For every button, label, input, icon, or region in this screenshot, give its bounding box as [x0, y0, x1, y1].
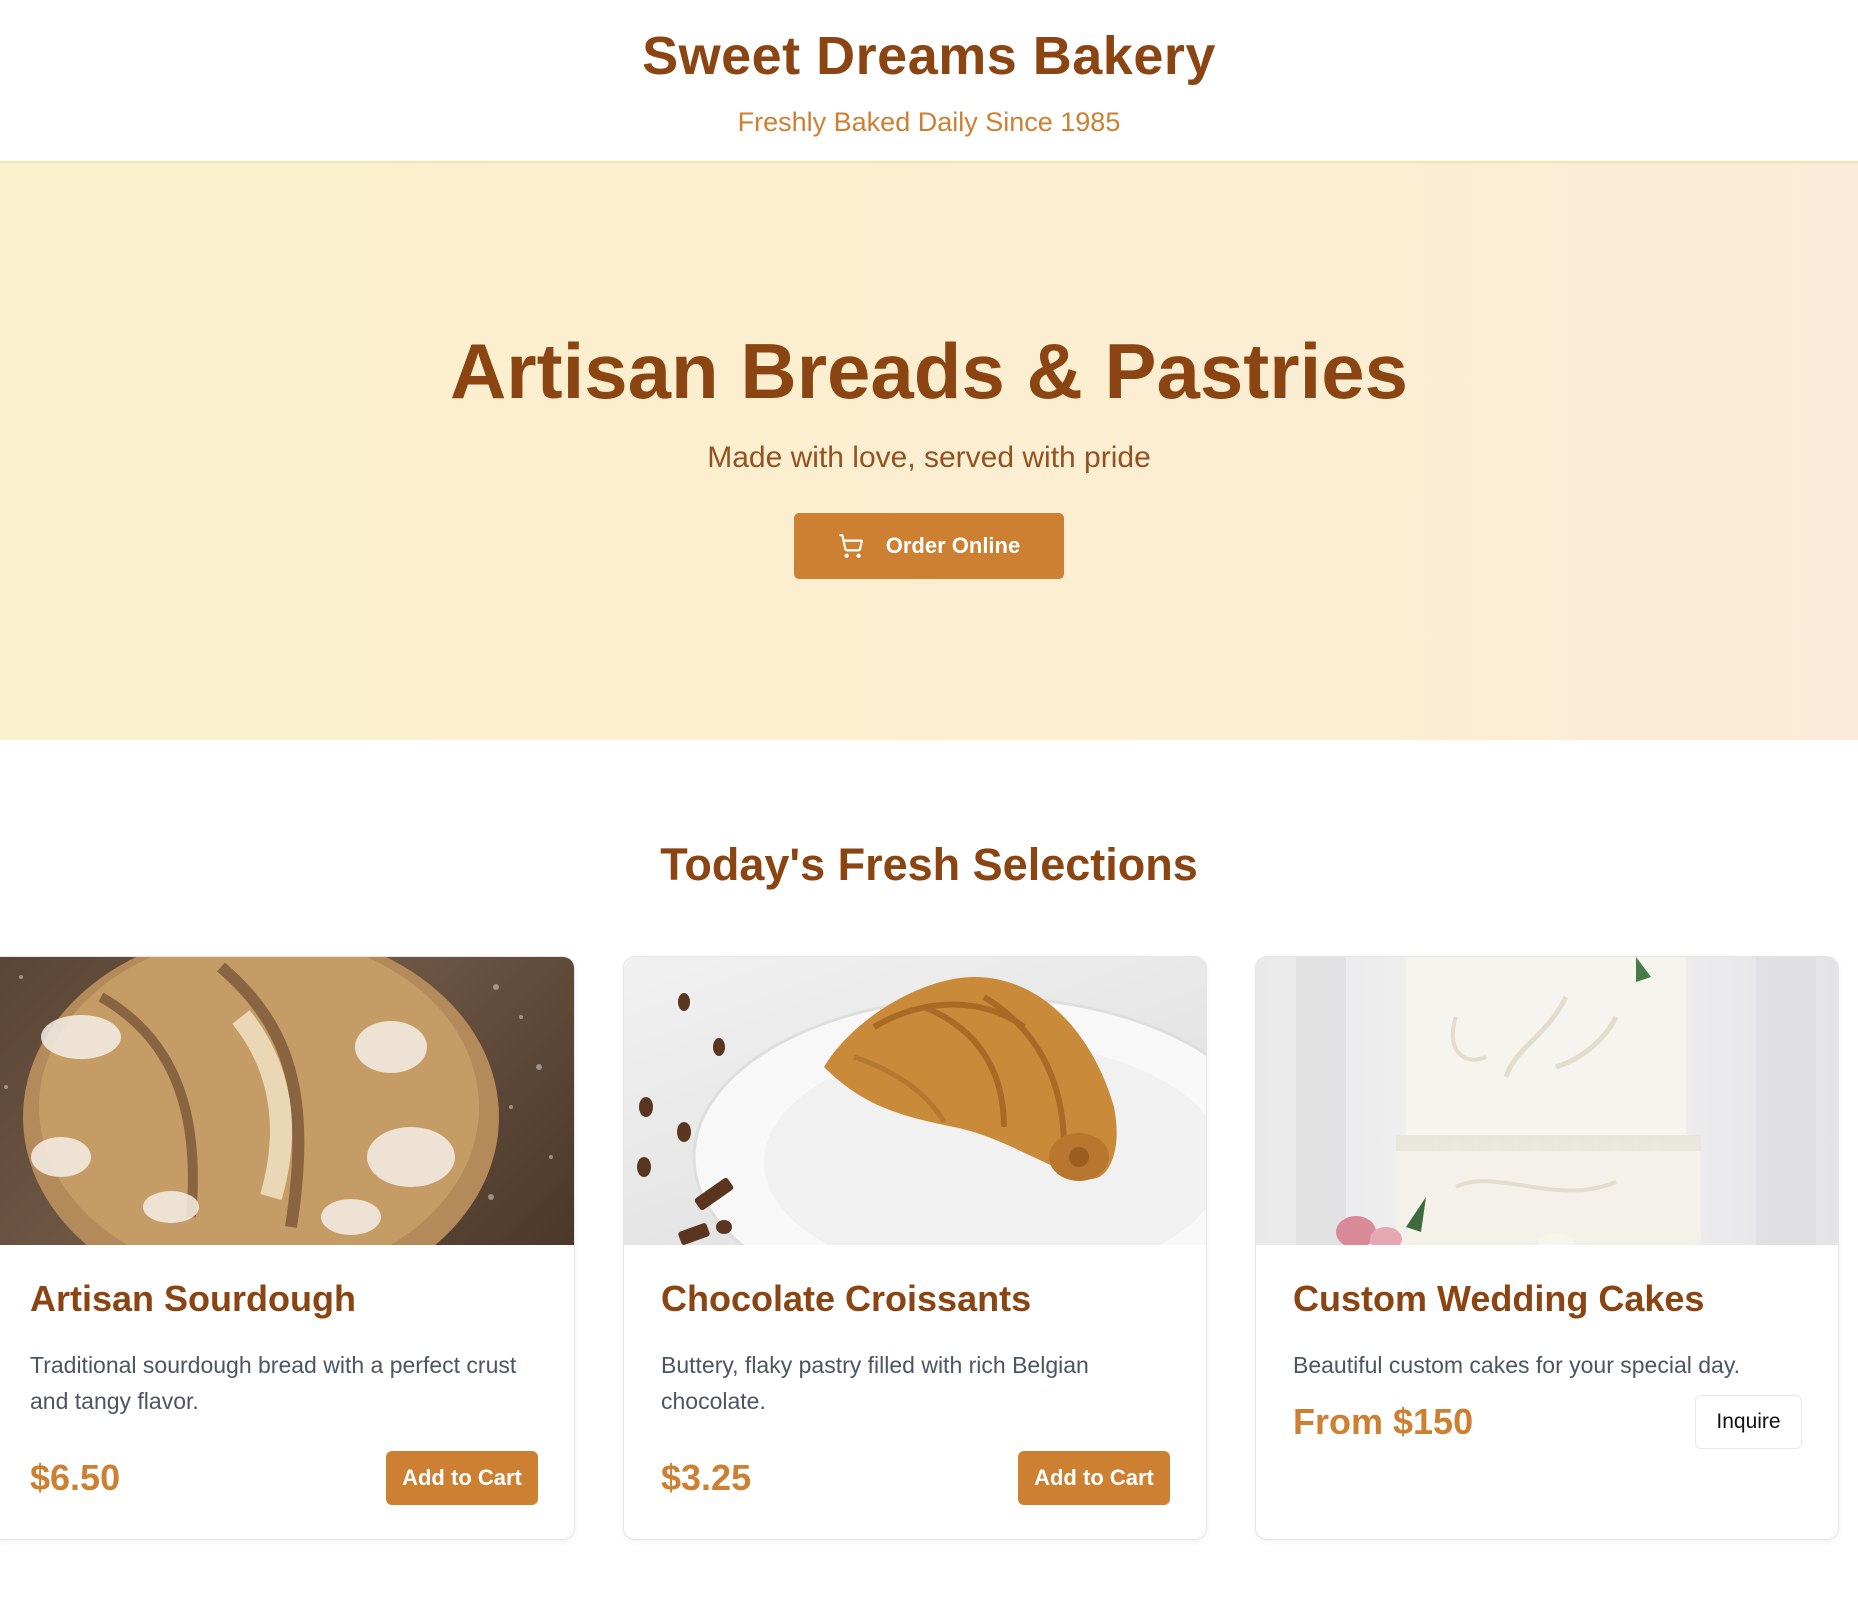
product-card-sourdough: Artisan Sourdough Traditional sourdough …: [0, 956, 575, 1540]
product-card-wedding-cake: Custom Wedding Cakes Beautiful custom ca…: [1255, 956, 1839, 1540]
site-tagline: Freshly Baked Daily Since 1985: [737, 107, 1121, 137]
hero-subtitle: Made with love, served with pride: [707, 441, 1151, 474]
cart-icon: [838, 533, 864, 559]
sourdough-image: [0, 957, 574, 1245]
product-description: Traditional sourdough bread with a perfe…: [30, 1352, 517, 1414]
croissant-image: [624, 957, 1206, 1245]
site-title: Sweet Dreams Bakery: [642, 26, 1216, 86]
add-to-cart-button[interactable]: Add to Cart: [1018, 1451, 1170, 1505]
product-card-croissant: Chocolate Croissants Buttery, flaky past…: [623, 956, 1207, 1540]
order-online-label: Order Online: [885, 533, 1021, 558]
add-to-cart-button[interactable]: Add to Cart: [386, 1451, 538, 1505]
product-title: Custom Wedding Cakes: [1293, 1278, 1705, 1319]
product-card-list: Artisan Sourdough Traditional sourdough …: [0, 956, 1858, 1576]
hero-title: Artisan Breads & Pastries: [449, 327, 1409, 415]
product-title: Artisan Sourdough: [30, 1278, 356, 1319]
order-online-button[interactable]: Order Online: [794, 513, 1064, 579]
section-title: Today's Fresh Selections: [660, 839, 1198, 890]
product-description: Beautiful custom cakes for your special …: [1293, 1352, 1741, 1378]
product-description: Buttery, flaky pastry filled with rich B…: [661, 1352, 1089, 1414]
fresh-selections-section: Today's Fresh Selections Artisan Sourdou…: [0, 740, 1858, 1576]
inquire-button[interactable]: Inquire: [1695, 1395, 1802, 1449]
product-price: $6.50: [30, 1457, 121, 1498]
product-price: From $150: [1293, 1401, 1474, 1442]
site-header: Sweet Dreams Bakery Freshly Baked Daily …: [0, 0, 1858, 163]
product-title: Chocolate Croissants: [661, 1278, 1032, 1319]
product-price: $3.25: [661, 1457, 752, 1498]
wedding-cake-image: [1256, 957, 1838, 1245]
hero-banner: Artisan Breads & Pastries Made with love…: [0, 163, 1858, 740]
